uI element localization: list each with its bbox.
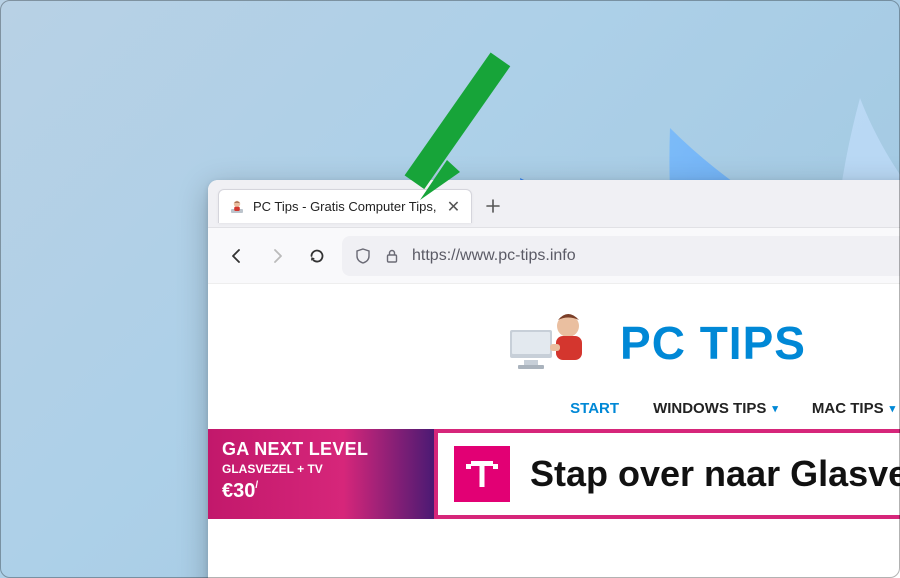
nav-item-mac-tips[interactable]: MAC TIPS ▾ xyxy=(812,400,895,417)
banner-left-price: €30/ xyxy=(222,480,420,503)
browser-window: PC Tips - Gratis Computer Tips, ✕ xyxy=(208,180,900,578)
banner-left-line1: GA NEXT LEVEL xyxy=(222,439,420,460)
ad-banner-left[interactable]: GA NEXT LEVEL GLASVEZEL + TV €30/ xyxy=(208,429,434,519)
back-button[interactable] xyxy=(222,241,252,271)
t-mobile-logo-icon xyxy=(454,446,510,502)
reload-button[interactable] xyxy=(302,241,332,271)
arrow-right-icon xyxy=(268,247,286,265)
chevron-down-icon: ▾ xyxy=(890,402,896,415)
tab-strip: PC Tips - Gratis Computer Tips, ✕ xyxy=(208,180,900,228)
banner-left-line2: GLASVEZEL + TV xyxy=(222,462,420,476)
tab-favicon-icon xyxy=(229,199,245,215)
nav-item-windows-tips[interactable]: WINDOWS TIPS ▾ xyxy=(653,400,778,417)
ad-banner-row: GA NEXT LEVEL GLASVEZEL + TV €30/ Stap o… xyxy=(208,429,900,519)
site-header: PC TIPS xyxy=(208,284,900,394)
lock-icon[interactable] xyxy=(384,248,400,264)
ad-banner-right[interactable]: Stap over naar Glasve xyxy=(434,429,900,519)
site-logo-icon xyxy=(510,310,590,376)
url-input[interactable] xyxy=(412,247,900,265)
tab-title: PC Tips - Gratis Computer Tips, xyxy=(253,199,437,214)
address-bar[interactable] xyxy=(342,236,900,276)
page-content: PC TIPS START WINDOWS TIPS ▾ MAC TIPS ▾ … xyxy=(208,284,900,578)
site-logo-text: PC TIPS xyxy=(620,316,806,370)
forward-button[interactable] xyxy=(262,241,292,271)
plus-icon xyxy=(485,198,501,214)
arrow-left-icon xyxy=(228,247,246,265)
browser-tab[interactable]: PC Tips - Gratis Computer Tips, ✕ xyxy=(218,189,472,223)
nav-item-start[interactable]: START xyxy=(570,400,619,417)
chevron-down-icon: ▾ xyxy=(772,402,778,415)
shield-icon[interactable] xyxy=(354,247,372,265)
nav-item-label: WINDOWS TIPS xyxy=(653,400,766,417)
new-tab-button[interactable] xyxy=(478,191,508,221)
banner-right-headline: Stap over naar Glasve xyxy=(530,453,900,495)
site-nav: START WINDOWS TIPS ▾ MAC TIPS ▾ OVERI xyxy=(208,394,900,429)
browser-toolbar xyxy=(208,228,900,284)
tab-close-icon[interactable]: ✕ xyxy=(445,198,463,216)
reload-icon xyxy=(308,247,326,265)
nav-item-label: MAC TIPS xyxy=(812,400,884,417)
nav-item-label: START xyxy=(570,400,619,417)
